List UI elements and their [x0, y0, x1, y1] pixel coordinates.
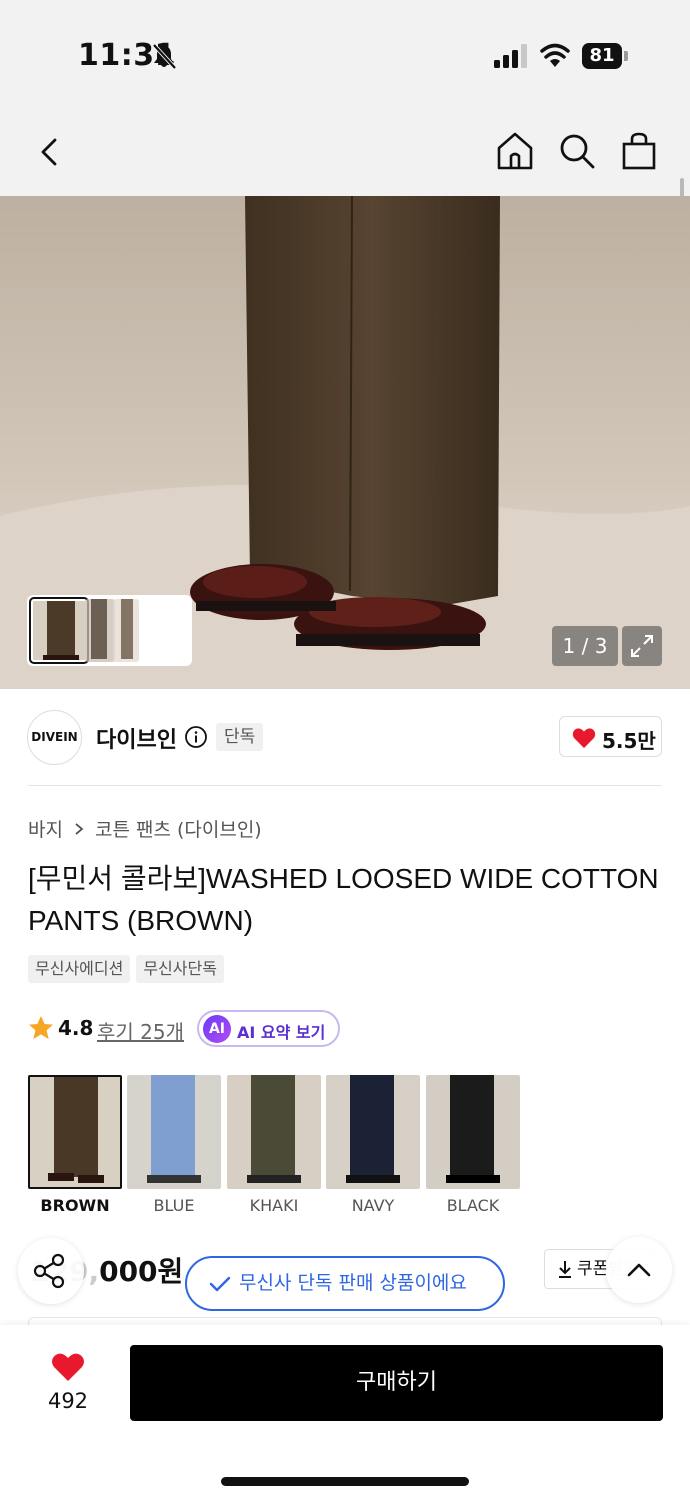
- thumbnail-1[interactable]: [29, 597, 89, 664]
- exclusive-sale-toast: 무신사 단독 판매 상품이에요: [185, 1256, 505, 1311]
- thumbnail-2[interactable]: [85, 599, 115, 662]
- image-thumbnail-strip: [27, 595, 192, 666]
- bottom-action-bar: 492 구매하기: [0, 1325, 690, 1500]
- share-button[interactable]: [18, 1238, 84, 1304]
- product-tag: 무신사에디션: [28, 955, 131, 983]
- color-swatch-black[interactable]: [426, 1075, 520, 1189]
- product-image-carousel[interactable]: 1 / 3: [0, 196, 690, 689]
- product-tags: 무신사에디션 무신사단독: [28, 955, 224, 983]
- image-page-counter: 1 / 3: [552, 626, 618, 666]
- ai-summary-label: AI 요약 보기: [237, 1023, 326, 1042]
- share-icon: [33, 1253, 65, 1289]
- expand-icon: [631, 635, 653, 657]
- brand-like-count: 5.5만: [602, 729, 656, 753]
- wishlist-count: 492: [47, 1389, 89, 1413]
- thumbnail-3[interactable]: [113, 599, 139, 662]
- chevron-right-icon: [75, 822, 84, 835]
- buy-button[interactable]: 구매하기: [130, 1345, 663, 1421]
- color-label-blue: BLUE: [153, 1196, 195, 1215]
- color-label-navy: NAVY: [351, 1196, 395, 1215]
- coupon-label: 쿠폰: [577, 1259, 609, 1279]
- exclusive-sale-text: 무신사 단독 판매 상품이에요: [239, 1272, 467, 1294]
- star-icon: [29, 1016, 53, 1039]
- expand-image-button[interactable]: [622, 626, 662, 666]
- brand-logo[interactable]: DIVEIN: [27, 710, 82, 765]
- wifi-icon: [540, 43, 570, 67]
- nav-bar: [0, 110, 690, 196]
- color-swatch-khaki[interactable]: [227, 1075, 321, 1189]
- download-icon: [559, 1261, 571, 1278]
- price-visible: 000원: [99, 1255, 184, 1288]
- info-icon[interactable]: [184, 725, 208, 749]
- breadcrumb-category[interactable]: 바지: [28, 815, 63, 842]
- color-label-khaki: KHAKI: [249, 1196, 299, 1215]
- color-label-brown: BROWN: [40, 1196, 110, 1215]
- heart-icon: [572, 728, 596, 748]
- ai-badge-icon: AI: [203, 1015, 231, 1043]
- review-count-link[interactable]: 후기 25개: [97, 1016, 184, 1045]
- status-bar: 11:31 81: [0, 0, 690, 110]
- search-icon[interactable]: [556, 130, 598, 172]
- chevron-up-icon: [627, 1263, 651, 1277]
- back-arrow-icon[interactable]: [30, 132, 70, 172]
- color-swatch-brown[interactable]: [28, 1075, 122, 1189]
- check-icon: [209, 1276, 231, 1292]
- scroll-to-top-button[interactable]: [606, 1237, 672, 1303]
- brand-name[interactable]: 다이브인: [96, 722, 177, 754]
- color-swatch-navy[interactable]: [326, 1075, 420, 1189]
- product-title: [무민서 콜라보]WASHED LOOSED WIDE COTTON PANTS…: [28, 863, 659, 936]
- color-label-black: BLACK: [446, 1196, 500, 1215]
- rating-value: 4.8: [58, 1016, 94, 1040]
- battery-tip: [624, 51, 628, 61]
- home-indicator: [221, 1477, 469, 1486]
- wishlist-heart-icon[interactable]: [51, 1352, 85, 1382]
- divider: [28, 785, 662, 786]
- battery-level: 81: [582, 43, 622, 69]
- ai-summary-button[interactable]: AI AI 요약 보기: [197, 1010, 340, 1047]
- breadcrumb: 바지 코튼 팬츠 (다이브인): [28, 815, 262, 842]
- breadcrumb-subcategory[interactable]: 코튼 팬츠 (다이브인): [95, 815, 262, 842]
- color-swatch-blue[interactable]: [127, 1075, 221, 1189]
- brand-like-button[interactable]: 5.5만: [559, 716, 662, 757]
- cellular-signal-icon: [494, 44, 527, 68]
- product-tag: 무신사단독: [136, 955, 224, 983]
- exclusive-badge: 단독: [216, 723, 264, 751]
- shopping-bag-icon[interactable]: [618, 130, 660, 172]
- home-icon[interactable]: [494, 130, 536, 172]
- battery-indicator: 81: [582, 43, 628, 69]
- bell-muted-icon: [152, 43, 177, 70]
